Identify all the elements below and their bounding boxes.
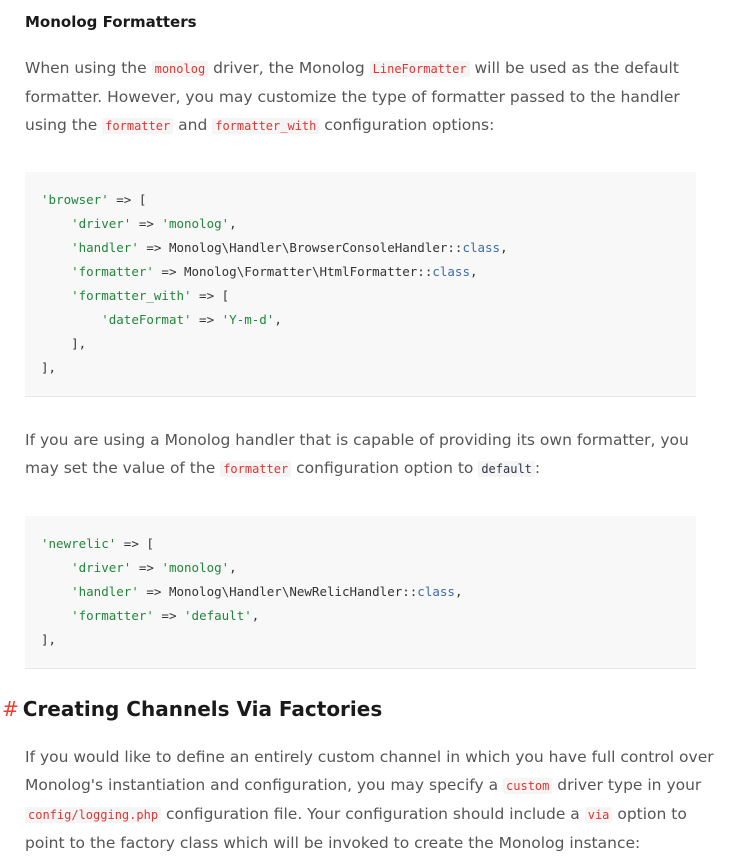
code-string: 'formatter' bbox=[71, 264, 154, 279]
section-heading-monolog-formatters: Monolog Formatters bbox=[25, 13, 197, 31]
code-line: ], bbox=[41, 628, 696, 652]
code-line: 'driver' => 'monolog', bbox=[41, 212, 696, 236]
code-line: ], bbox=[41, 332, 696, 356]
code-block-newrelic-config[interactable]: 'newrelic' => [ 'driver' => 'monolog', '… bbox=[25, 516, 696, 669]
code-keyword: class bbox=[417, 584, 455, 599]
text: driver, the Monolog bbox=[208, 59, 370, 77]
paragraph-handler-formatter: If you are using a Monolog handler that … bbox=[25, 426, 715, 483]
code-line: 'newrelic' => [ bbox=[41, 532, 696, 556]
inline-code-config-logging-php: config/logging.php bbox=[25, 807, 162, 823]
code-line: 'handler' => Monolog\Handler\NewRelicHan… bbox=[41, 580, 696, 604]
code-line: 'handler' => Monolog\Handler\BrowserCons… bbox=[41, 236, 696, 260]
text: When using the bbox=[25, 59, 152, 77]
code-keyword: class bbox=[432, 264, 470, 279]
code-line: 'formatter' => Monolog\Formatter\HtmlFor… bbox=[41, 260, 696, 284]
code-line: 'browser' => [ bbox=[41, 188, 696, 212]
code-string: 'default' bbox=[184, 608, 252, 623]
code-punct: => Monolog\Handler\BrowserConsoleHandler… bbox=[138, 240, 463, 255]
code-punct: => [ bbox=[108, 192, 147, 207]
code-line: 'formatter' => 'default', bbox=[41, 604, 696, 628]
paragraph-custom-channel: If you would like to define an entirely … bbox=[25, 743, 715, 857]
code-punct: => Monolog\Handler\NewRelicHandler:: bbox=[138, 584, 418, 599]
text: configuration file. Your configuration s… bbox=[161, 805, 585, 823]
code-punct: => bbox=[153, 608, 185, 623]
code-punct: , bbox=[229, 560, 237, 575]
code-string: 'driver' bbox=[71, 560, 132, 575]
code-punct: => [ bbox=[116, 536, 154, 551]
code-line: ], bbox=[41, 356, 696, 380]
inline-code-custom: custom bbox=[503, 778, 553, 794]
code-string: 'Y-m-d' bbox=[221, 312, 275, 327]
code-punct: => bbox=[131, 216, 162, 231]
code-string: 'monolog' bbox=[161, 216, 230, 231]
inline-code-formatter: formatter bbox=[102, 118, 174, 134]
code-line: 'dateFormat' => 'Y-m-d', bbox=[41, 308, 696, 332]
code-string: 'formatter_with' bbox=[71, 288, 192, 303]
code-keyword: class bbox=[462, 240, 501, 255]
inline-code-formatter: formatter bbox=[220, 461, 292, 477]
code-punct: , bbox=[274, 312, 282, 327]
inline-code-monolog: monolog bbox=[151, 61, 209, 77]
text: driver type in your bbox=[552, 776, 702, 794]
code-punct: , bbox=[500, 240, 508, 255]
code-line: 'driver' => 'monolog', bbox=[41, 556, 696, 580]
code-punct: ], bbox=[41, 360, 57, 375]
inline-code-lineformatter: LineFormatter bbox=[369, 61, 470, 77]
code-block-browser-config[interactable]: 'browser' => [ 'driver' => 'monolog', 'h… bbox=[25, 172, 696, 397]
paragraph-formatters-intro: When using the monolog driver, the Monol… bbox=[25, 54, 715, 140]
text: : bbox=[534, 459, 541, 477]
code-string: 'handler' bbox=[71, 240, 139, 255]
text: configuration option to bbox=[291, 459, 479, 477]
anchor-hash-link[interactable]: # bbox=[2, 697, 19, 721]
code-string: 'handler' bbox=[71, 584, 139, 599]
section-heading-creating-channels: # Creating Channels Via Factories bbox=[2, 697, 382, 721]
code-punct: , bbox=[470, 264, 478, 279]
code-punct: => bbox=[131, 560, 162, 575]
code-punct: ], bbox=[71, 336, 87, 351]
inline-code-via: via bbox=[584, 807, 613, 823]
text: configuration options: bbox=[319, 116, 495, 134]
code-punct: ], bbox=[41, 632, 57, 647]
inline-code-default: default bbox=[478, 461, 535, 477]
code-string: 'monolog' bbox=[161, 560, 230, 575]
code-punct: , bbox=[454, 584, 463, 599]
code-punct: , bbox=[251, 608, 260, 623]
code-string: 'formatter' bbox=[71, 608, 154, 623]
code-punct: => bbox=[191, 312, 222, 327]
code-punct: => [ bbox=[191, 288, 230, 303]
text: and bbox=[173, 116, 213, 134]
code-string: 'browser' bbox=[41, 192, 109, 207]
inline-code-formatter-with: formatter_with bbox=[212, 118, 320, 134]
code-string: 'newrelic' bbox=[41, 536, 117, 551]
code-string: 'driver' bbox=[71, 216, 132, 231]
code-line: 'formatter_with' => [ bbox=[41, 284, 696, 308]
code-punct: , bbox=[229, 216, 237, 231]
heading-text: Creating Channels Via Factories bbox=[22, 697, 383, 721]
code-string: 'dateFormat' bbox=[101, 312, 192, 327]
code-punct: => Monolog\Formatter\HtmlFormatter:: bbox=[153, 264, 433, 279]
